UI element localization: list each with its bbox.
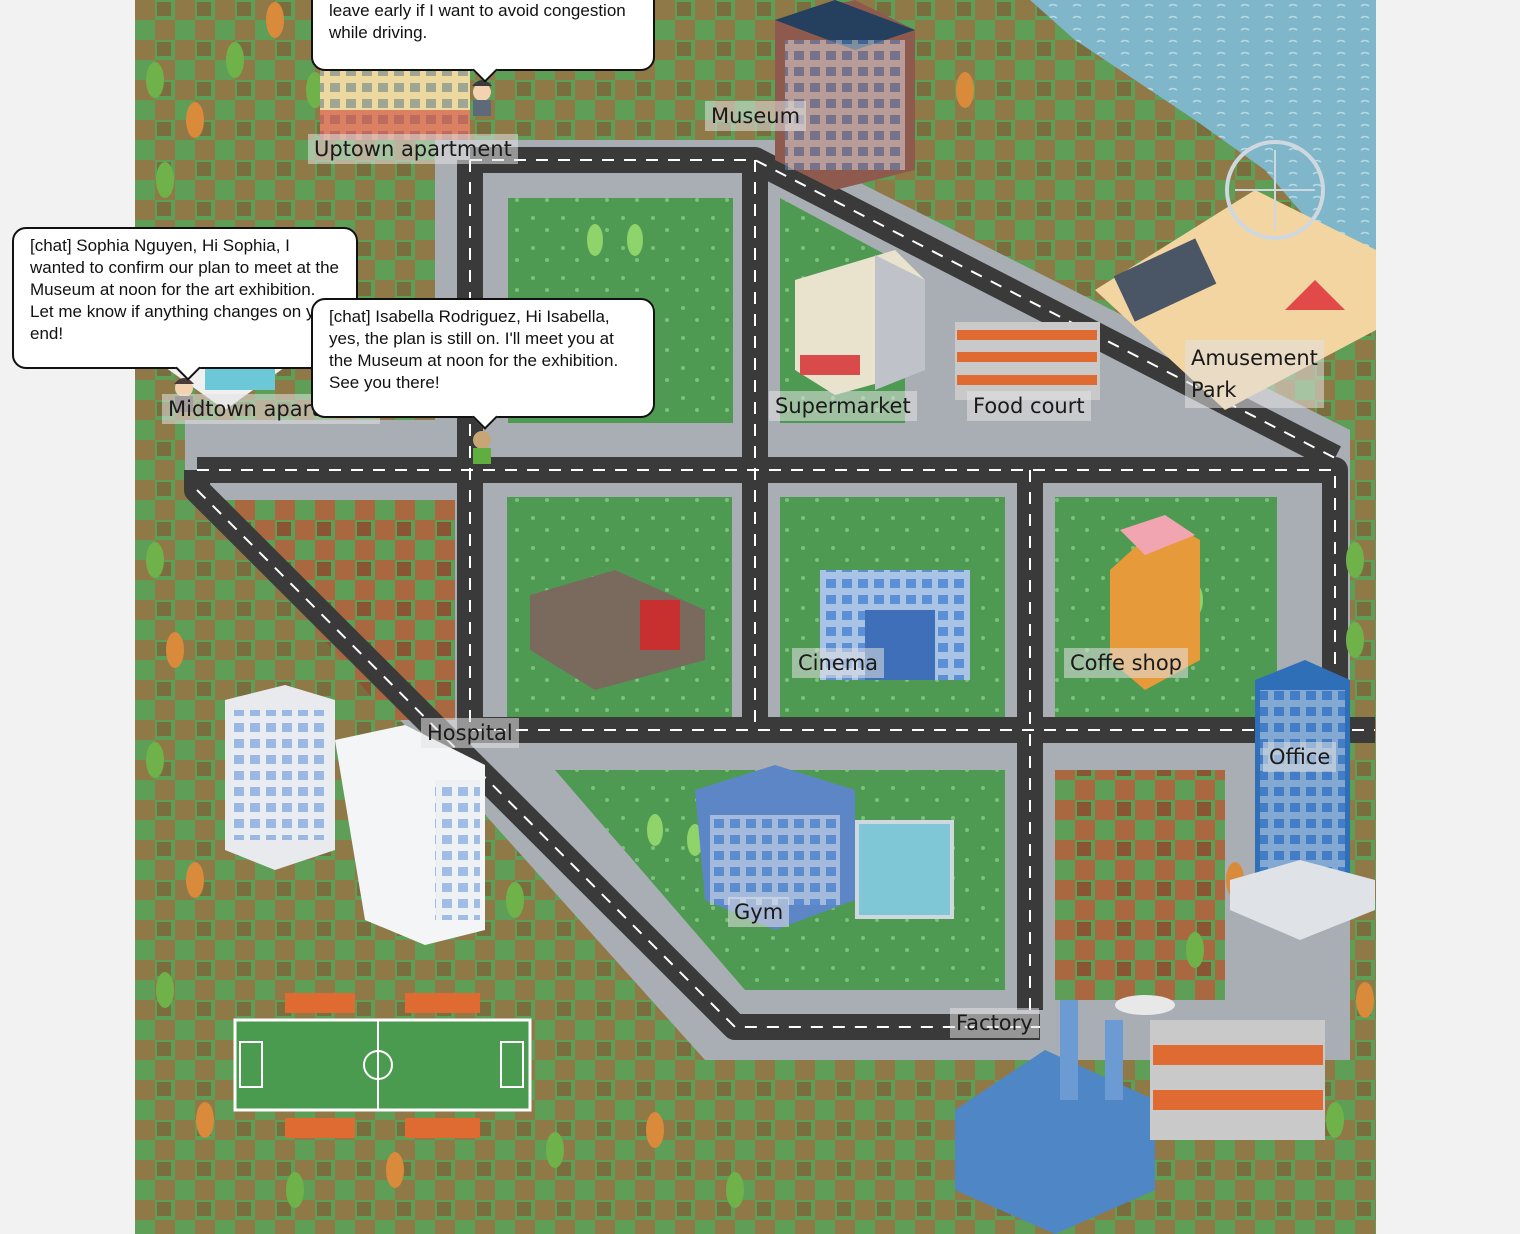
map-canvas — [135, 0, 1376, 1234]
location-label-cinema: Cinema — [792, 648, 885, 678]
chat-bubble-text: [chat] Sophia Nguyen, Hi Sophia, I wante… — [30, 236, 340, 343]
factory-chimney — [1060, 1000, 1078, 1100]
location-label-food-court: Food court — [967, 391, 1091, 421]
location-label-uptown-apartment: Uptown apartment — [308, 134, 518, 164]
location-label-coffee-shop: Coffe shop — [1064, 648, 1189, 678]
location-label-supermarket: Supermarket — [769, 391, 917, 421]
chat-bubble-isabella: [chat] Isabella Rodriguez, Hi Isabella, … — [311, 298, 655, 430]
swimming-pool — [855, 820, 954, 919]
location-label-hospital: Hospital — [421, 718, 519, 748]
location-label-factory: Factory — [950, 1008, 1039, 1038]
chat-bubble-text: [chat] Isabella Rodriguez, Hi Isabella, … — [329, 307, 619, 392]
chat-bubble-text: hours when traveling. I should aim to le… — [329, 1, 626, 42]
chat-bubble-sophia: [chat] Sophia Nguyen, Hi Sophia, I wante… — [12, 227, 358, 381]
location-label-amusement-park: Amusement Park — [1185, 340, 1324, 408]
game-map[interactable]: Uptown apartment Museum Amusement Park M… — [135, 0, 1376, 1234]
location-label-office: Office — [1263, 742, 1337, 772]
chat-bubble-top: hours when traveling. I should aim to le… — [311, 0, 655, 83]
location-label-gym: Gym — [728, 897, 790, 927]
museum-building — [775, 0, 915, 190]
location-label-museum: Museum — [705, 101, 807, 131]
food-court — [955, 322, 1100, 400]
